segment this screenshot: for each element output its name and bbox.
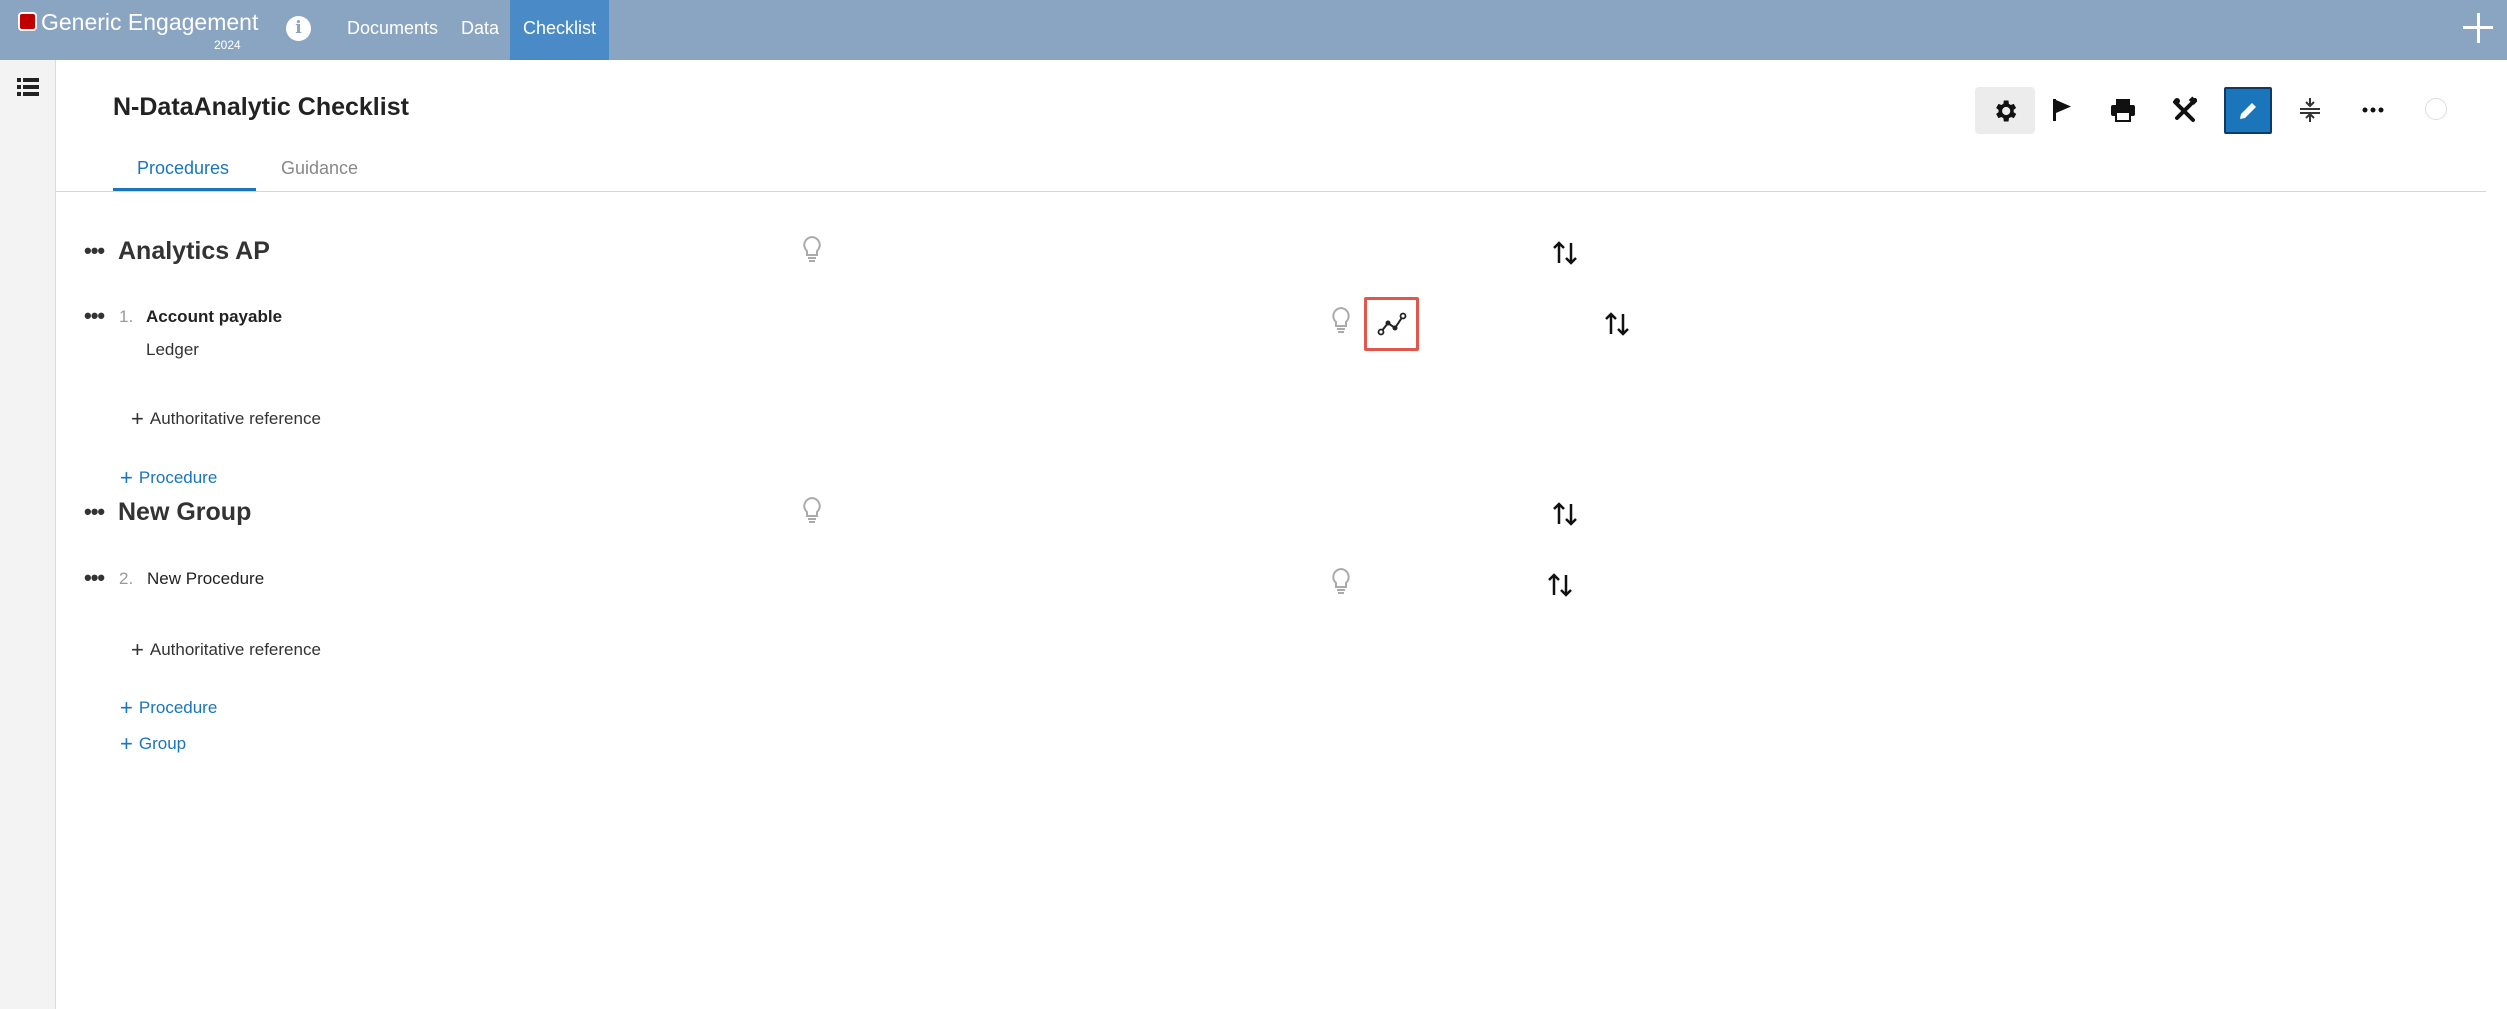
group-title[interactable]: Analytics AP (118, 237, 270, 266)
status-circle-icon[interactable] (2425, 98, 2447, 120)
tab-procedures[interactable]: Procedures (137, 158, 229, 179)
top-bar: Generic Engagement 2024 i Documents Data… (0, 0, 2507, 60)
procedure-menu-icon[interactable]: ••• (84, 567, 105, 589)
edit-button[interactable] (2224, 87, 2272, 134)
collapse-button[interactable] (2282, 87, 2338, 133)
add-procedure-label: Procedure (138, 698, 218, 717)
nav-checklist[interactable]: Checklist (510, 0, 610, 60)
add-authoritative-reference[interactable]: + Authoritative reference (131, 404, 321, 431)
pencil-icon (2240, 102, 2256, 119)
add-procedure-link[interactable]: + Procedure (120, 693, 218, 720)
add-procedure-link[interactable]: + Procedure (120, 463, 218, 490)
data-analytic-button[interactable] (1364, 297, 1419, 351)
procedure-title[interactable]: Account payable (146, 307, 282, 327)
sort-icon[interactable] (1604, 310, 1630, 338)
header-divider (56, 191, 2486, 192)
list-icon[interactable] (17, 78, 39, 96)
add-icon[interactable] (2460, 10, 2496, 46)
page-title: N-DataAnalytic Checklist (113, 93, 409, 121)
add-authoritative-reference[interactable]: + Authoritative reference (131, 635, 321, 662)
group-title[interactable]: New Group (118, 498, 251, 527)
group-menu-icon[interactable]: ••• (84, 501, 105, 523)
add-reference-label: Authoritative reference (149, 409, 321, 428)
add-group-label: Group (138, 734, 187, 753)
procedure-number: 2. (119, 569, 134, 588)
app-logo-icon (18, 12, 37, 31)
nav-documents[interactable]: Documents (347, 0, 438, 60)
sort-icon[interactable] (1552, 239, 1578, 267)
procedure-number: 1. (119, 307, 134, 326)
procedure-subtitle: Ledger (146, 340, 199, 359)
add-procedure-label: Procedure (138, 468, 218, 487)
collapse-icon (2300, 98, 2320, 122)
add-group-link[interactable]: + Group (120, 729, 187, 756)
print-button[interactable] (2095, 87, 2151, 133)
group-menu-icon[interactable]: ••• (84, 240, 105, 262)
sort-icon[interactable] (1547, 571, 1573, 599)
flag-button[interactable] (2034, 87, 2090, 133)
procedure-menu-icon[interactable]: ••• (84, 305, 105, 327)
more-options-button[interactable] (2345, 87, 2401, 133)
left-rail (0, 60, 56, 1009)
nav-data[interactable]: Data (461, 0, 499, 60)
lightbulb-icon[interactable] (801, 496, 823, 524)
flag-icon (2053, 99, 2071, 121)
add-reference-label: Authoritative reference (149, 640, 321, 659)
lightbulb-icon[interactable] (1330, 306, 1352, 334)
gear-icon (1996, 100, 2017, 121)
sort-icon[interactable] (1552, 500, 1578, 528)
print-icon (2111, 99, 2135, 122)
more-icon (2362, 107, 2384, 113)
tab-guidance[interactable]: Guidance (281, 158, 358, 179)
analytics-icon (1377, 312, 1406, 336)
tools-button[interactable] (2157, 87, 2213, 133)
info-icon[interactable]: i (286, 16, 311, 41)
lightbulb-icon[interactable] (1330, 567, 1352, 595)
app-title[interactable]: Generic Engagement (41, 9, 258, 36)
lightbulb-icon[interactable] (801, 235, 823, 263)
tools-icon (2173, 96, 2198, 122)
procedure-title[interactable]: New Procedure (147, 569, 264, 589)
settings-button[interactable] (1975, 87, 2035, 134)
app-year: 2024 (214, 38, 241, 52)
